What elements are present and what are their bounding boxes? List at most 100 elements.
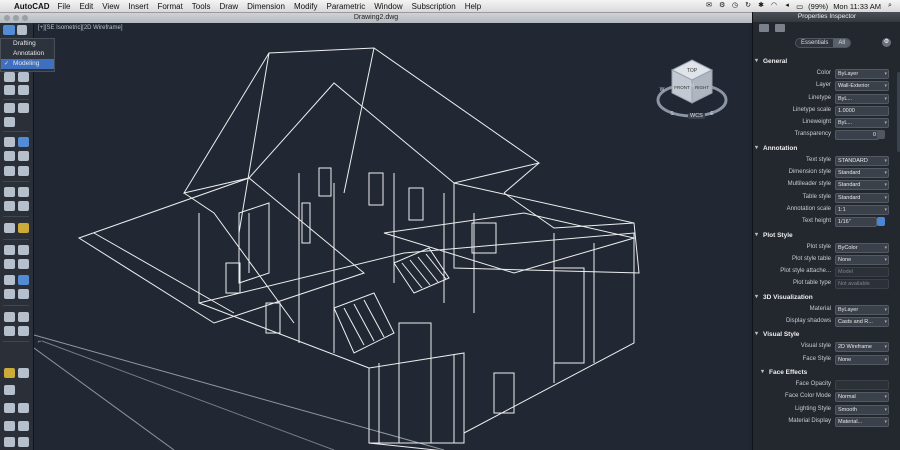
- measure-icon[interactable]: [4, 421, 15, 431]
- properties-icon[interactable]: [18, 421, 29, 431]
- visual-style-dropdown[interactable]: 2D Wireframe: [835, 342, 889, 353]
- circle-icon[interactable]: [18, 201, 29, 211]
- multileader-style-dropdown[interactable]: Standard: [835, 180, 889, 191]
- menu-insert[interactable]: Insert: [128, 2, 148, 11]
- annotation-scale-dropdown[interactable]: 1:1: [835, 204, 889, 215]
- sync-icon[interactable]: ↻: [744, 2, 752, 10]
- box-icon[interactable]: [18, 72, 29, 82]
- battery-icon[interactable]: ▭: [796, 2, 803, 11]
- volume-icon[interactable]: ◂: [783, 2, 791, 10]
- menu-file[interactable]: File: [58, 2, 71, 11]
- app-menu[interactable]: AutoCAD: [14, 2, 50, 11]
- polyline-icon[interactable]: [18, 187, 29, 197]
- gear-icon[interactable]: ⚙: [718, 2, 726, 10]
- slice-icon[interactable]: [4, 166, 15, 176]
- render-icon[interactable]: [18, 368, 29, 378]
- blocks-icon[interactable]: [18, 437, 29, 447]
- zoom-button[interactable]: [22, 15, 28, 21]
- presspull-icon[interactable]: [18, 103, 29, 113]
- workspace-item-modeling[interactable]: ✓ Modeling: [1, 59, 54, 69]
- viewcube-top-label[interactable]: TOP: [687, 68, 698, 74]
- solid-edit-icon[interactable]: [4, 137, 15, 147]
- linetype-scale-field[interactable]: 1.0000: [835, 105, 889, 116]
- section-general[interactable]: General: [753, 55, 900, 68]
- sphere-icon[interactable]: [4, 85, 15, 95]
- section-visual-style[interactable]: Visual Style: [753, 328, 900, 341]
- text-style-dropdown[interactable]: STANDARD: [835, 155, 889, 166]
- display-shadows-dropdown[interactable]: Casts and R...: [835, 317, 889, 328]
- wcs-menu[interactable]: WCS: [688, 113, 705, 119]
- arc-icon[interactable]: [4, 201, 15, 211]
- layers-icon[interactable]: [4, 437, 15, 447]
- menu-modify[interactable]: Modify: [294, 2, 318, 11]
- cube-icon[interactable]: [4, 72, 15, 82]
- workspace-item-drafting[interactable]: Drafting: [1, 39, 54, 49]
- lineweight-dropdown[interactable]: ByL...: [835, 118, 889, 129]
- face-color-mode-dropdown[interactable]: Normal: [835, 392, 889, 403]
- workspace-switch-button[interactable]: [3, 25, 15, 35]
- material-display-dropdown[interactable]: Material...: [835, 416, 889, 427]
- section-annotation[interactable]: Annotation: [753, 142, 900, 155]
- minimize-button[interactable]: [13, 15, 19, 21]
- flatshot-icon[interactable]: [18, 312, 29, 322]
- viewcube[interactable]: TOP FRONT RIGHT W S E N: [652, 45, 742, 145]
- clock[interactable]: Mon 11:33 AM: [833, 2, 881, 11]
- compass-n-label[interactable]: N: [690, 83, 694, 89]
- visual-style-icon[interactable]: [18, 403, 29, 413]
- scale-icon[interactable]: [4, 289, 15, 299]
- compass-w-label[interactable]: W: [660, 87, 665, 93]
- text-height-field[interactable]: 1/16": [835, 217, 877, 228]
- menu-subscription[interactable]: Subscription: [412, 2, 456, 11]
- workspace-dropdown-icon[interactable]: [17, 25, 27, 35]
- drawing-viewport[interactable]: [+][SE Isometric][2D Wireframe] ⌐ TOP FR…: [34, 23, 750, 450]
- plot-style-table-dropdown[interactable]: None: [835, 254, 889, 265]
- workspace-item-annotation[interactable]: Annotation: [1, 49, 54, 59]
- plot-style-dropdown[interactable]: ByColor: [835, 242, 889, 253]
- tab-essentials[interactable]: Essentials: [796, 39, 834, 47]
- copy-icon[interactable]: [4, 259, 15, 269]
- ucs-world-icon[interactable]: [18, 326, 29, 336]
- lighting-style-dropdown[interactable]: Smooth: [835, 404, 889, 415]
- tab-all[interactable]: All: [833, 39, 851, 47]
- subtract-icon[interactable]: [4, 151, 15, 161]
- viewcube-front-label[interactable]: FRONT: [674, 85, 690, 90]
- time-machine-icon[interactable]: ◷: [731, 2, 739, 10]
- menu-help[interactable]: Help: [465, 2, 481, 11]
- close-button[interactable]: [4, 15, 10, 21]
- camera-icon[interactable]: [4, 385, 15, 395]
- pencil-icon[interactable]: [18, 223, 29, 233]
- select-objects-icon[interactable]: [775, 24, 785, 32]
- bluetooth-icon[interactable]: ✱: [757, 2, 765, 10]
- transparency-stepper[interactable]: [877, 130, 885, 140]
- material-dropdown[interactable]: ByLayer: [835, 304, 889, 315]
- menu-format[interactable]: Format: [157, 2, 182, 11]
- line-icon[interactable]: [4, 187, 15, 197]
- face-style-dropdown[interactable]: None: [835, 354, 889, 365]
- wifi-icon[interactable]: ◠: [770, 2, 778, 10]
- rotate-icon[interactable]: [18, 245, 29, 255]
- union-icon[interactable]: [18, 137, 29, 147]
- text-height-pick-button[interactable]: [877, 217, 885, 227]
- cylinder-icon[interactable]: [18, 85, 29, 95]
- menu-dimension[interactable]: Dimension: [247, 2, 285, 11]
- table-style-dropdown[interactable]: Standard: [835, 192, 889, 203]
- color-dropdown[interactable]: ByLayer: [835, 69, 889, 79]
- face-opacity-slider[interactable]: [835, 379, 889, 390]
- section-plane-icon[interactable]: [4, 312, 15, 322]
- menu-parametric[interactable]: Parametric: [327, 2, 366, 11]
- layer-dropdown[interactable]: Wall-Exterior: [835, 81, 889, 92]
- section-face-effects[interactable]: Face Effects: [753, 366, 900, 379]
- intersect-icon[interactable]: [18, 151, 29, 161]
- stretch-icon[interactable]: [18, 289, 29, 299]
- menu-tools[interactable]: Tools: [192, 2, 211, 11]
- mirror-icon[interactable]: [18, 259, 29, 269]
- align-icon[interactable]: [18, 275, 29, 285]
- array-icon[interactable]: [4, 275, 15, 285]
- dimension-style-dropdown[interactable]: Standard: [835, 168, 889, 179]
- ftp-icon[interactable]: ✉: [705, 2, 713, 10]
- spotlight-icon[interactable]: ⌕: [886, 2, 894, 10]
- menu-view[interactable]: View: [102, 2, 119, 11]
- menu-window[interactable]: Window: [374, 2, 402, 11]
- fillet-edge-icon[interactable]: [18, 166, 29, 176]
- quick-select-icon[interactable]: [759, 24, 769, 32]
